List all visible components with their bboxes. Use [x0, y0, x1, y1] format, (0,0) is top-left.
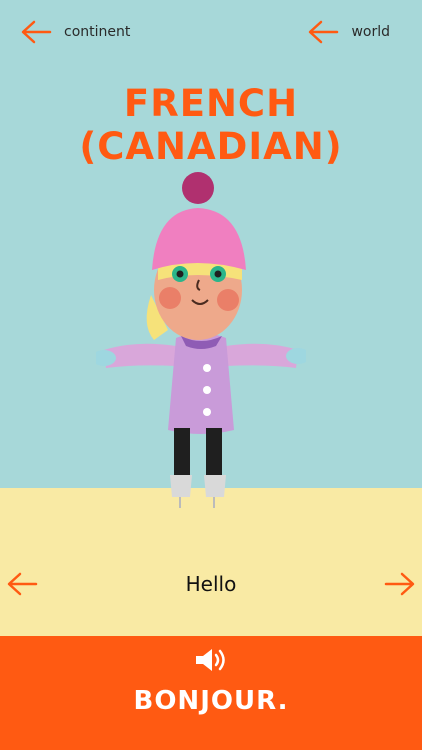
- speaker-icon[interactable]: [194, 646, 228, 674]
- phrase-text: Hello: [185, 572, 237, 596]
- next-phrase-arrow-icon[interactable]: [384, 570, 416, 598]
- arrow-left-icon: [21, 20, 52, 44]
- continent-button[interactable]: continent: [20, 18, 130, 46]
- arrow-left-icon: [309, 20, 339, 44]
- continent-label: continent: [64, 24, 131, 40]
- ground-background: [0, 488, 422, 636]
- translation-text[interactable]: BONJOUR.: [0, 686, 422, 716]
- language-title: FRENCH (CANADIAN): [79, 82, 343, 168]
- world-button[interactable]: world: [307, 18, 390, 46]
- skater-girl-illustration: [96, 172, 306, 508]
- world-label: world: [351, 24, 390, 40]
